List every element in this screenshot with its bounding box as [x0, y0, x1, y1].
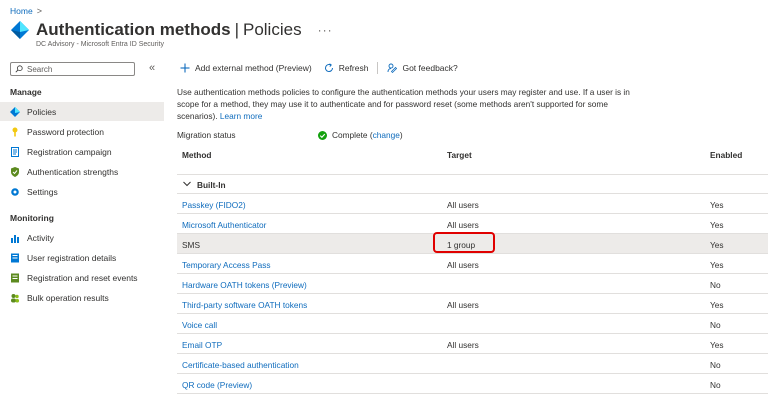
feedback-icon	[388, 63, 398, 73]
target-cell: All users	[447, 260, 479, 270]
add-external-method-button[interactable]: Add external method (Preview)	[180, 63, 312, 73]
target-cell: All users	[447, 220, 479, 230]
page-header: Authentication methods | Policies ···	[10, 20, 333, 40]
method-link[interactable]: Voice call	[182, 320, 217, 330]
breadcrumb: Home >	[10, 6, 42, 16]
target-cell: All users	[447, 300, 479, 310]
sidebar-item-bulk-operation-results[interactable]: Bulk operation results	[0, 288, 164, 307]
method-link[interactable]: Passkey (FIDO2)	[182, 200, 246, 210]
enabled-cell: No	[710, 320, 721, 330]
enabled-cell: Yes	[710, 240, 724, 250]
method-link[interactable]: Email OTP	[182, 340, 222, 350]
sidebar-item-label: Activity	[27, 232, 54, 243]
annotation-highlight-box	[433, 232, 495, 253]
enabled-cell: Yes	[710, 220, 724, 230]
sidebar-item-activity[interactable]: Activity	[0, 228, 164, 247]
page-subtitle: DC Advisory - Microsoft Entra ID Securit…	[36, 41, 164, 48]
migration-status-label: Migration status	[177, 130, 236, 140]
method-link[interactable]: QR code (Preview)	[182, 380, 252, 390]
table-row[interactable]: Email OTP All users Yes	[177, 334, 768, 354]
table-row[interactable]: Microsoft Authenticator All users Yes	[177, 214, 768, 234]
sidebar-item-registration-campaign[interactable]: Registration campaign	[0, 142, 164, 161]
page-title: Authentication methods | Policies	[36, 20, 302, 39]
sidebar-item-label: Authentication strengths	[27, 166, 119, 177]
refresh-button[interactable]: Refresh	[324, 63, 368, 73]
enabled-cell: No	[710, 380, 721, 390]
document-icon	[10, 146, 20, 157]
sidebar-item-label: User registration details	[27, 252, 117, 263]
sidebar-item-label: Policies	[27, 106, 57, 117]
table-row[interactable]: QR code (Preview) No	[177, 374, 768, 394]
sidebar-item-settings[interactable]: Settings	[0, 182, 164, 201]
diamond-icon	[10, 106, 20, 117]
table-row[interactable]: Hardware OATH tokens (Preview) No	[177, 274, 768, 294]
table-row[interactable]: Certificate-based authentication No	[177, 354, 768, 374]
enabled-cell: Yes	[710, 340, 724, 350]
sidebar-item-policies[interactable]: Policies	[0, 102, 164, 121]
sidebar-item-label: Password protection	[27, 126, 105, 137]
key-icon	[10, 127, 20, 137]
table-row[interactable]: Passkey (FIDO2) All users Yes	[177, 194, 768, 214]
enabled-cell: No	[710, 280, 721, 290]
enabled-cell: No	[710, 360, 721, 370]
column-header-enabled[interactable]: Enabled	[710, 150, 742, 160]
method-link[interactable]: SMS	[182, 240, 200, 250]
sidebar-item-user-registration-details[interactable]: User registration details	[0, 248, 164, 267]
sidebar-item-label: Settings	[27, 186, 58, 197]
log-icon	[10, 273, 20, 283]
people-icon	[10, 293, 20, 303]
shield-icon	[10, 166, 20, 177]
sidebar: « Manage Policies Password protection Re…	[0, 58, 164, 401]
user-list-icon	[10, 253, 20, 263]
breadcrumb-home-link[interactable]: Home	[10, 6, 33, 16]
success-check-icon	[318, 130, 327, 140]
sidebar-item-label: Registration and reset events	[27, 272, 138, 283]
search-icon	[15, 65, 23, 73]
section-monitoring: Monitoring	[10, 213, 54, 223]
feedback-button[interactable]: Got feedback?	[387, 63, 458, 73]
method-link[interactable]: Certificate-based authentication	[182, 360, 299, 370]
plus-icon	[180, 63, 190, 73]
table-row[interactable]: Voice call No	[177, 314, 768, 334]
section-manage: Manage	[10, 87, 42, 97]
sidebar-item-label: Registration campaign	[27, 146, 112, 157]
table-row[interactable]: Temporary Access Pass All users Yes	[177, 254, 768, 274]
target-cell: All users	[447, 340, 479, 350]
method-link[interactable]: Hardware OATH tokens (Preview)	[182, 280, 307, 290]
collapse-sidebar-button[interactable]: «	[149, 62, 155, 74]
column-header-method[interactable]: Method	[182, 150, 212, 160]
method-link[interactable]: Temporary Access Pass	[182, 260, 271, 270]
enabled-cell: Yes	[710, 300, 724, 310]
column-header-target[interactable]: Target	[447, 150, 472, 160]
toolbar-divider	[377, 62, 379, 74]
breadcrumb-separator: >	[36, 6, 42, 16]
refresh-icon	[324, 63, 333, 72]
command-bar: Add external method (Preview) Refresh Go…	[180, 62, 458, 74]
bar-chart-icon	[10, 233, 20, 243]
page-description: Use authentication methods policies to c…	[177, 87, 630, 122]
sidebar-item-registration-reset-events[interactable]: Registration and reset events	[0, 268, 164, 287]
enabled-cell: Yes	[710, 260, 724, 270]
change-migration-link[interactable]: change	[373, 130, 400, 140]
gear-icon	[10, 187, 20, 197]
group-row-built-in[interactable]: Built-In	[177, 174, 768, 194]
method-link[interactable]: Third-party software OATH tokens	[182, 300, 307, 310]
entra-logo-icon	[11, 21, 29, 39]
sidebar-item-label: Bulk operation results	[27, 292, 109, 303]
method-link[interactable]: Microsoft Authenticator	[182, 220, 266, 230]
more-options-icon[interactable]: ···	[318, 23, 333, 37]
sidebar-search[interactable]	[10, 62, 135, 76]
learn-more-link[interactable]: Learn more	[220, 111, 262, 121]
chevron-down-icon[interactable]	[182, 179, 192, 189]
migration-status-value: Complete (change)	[318, 130, 403, 140]
table-row[interactable]: Third-party software OATH tokens All use…	[177, 294, 768, 314]
target-cell: All users	[447, 200, 479, 210]
enabled-cell: Yes	[710, 200, 724, 210]
sidebar-item-authentication-strengths[interactable]: Authentication strengths	[0, 162, 164, 181]
sidebar-item-password-protection[interactable]: Password protection	[0, 122, 164, 141]
search-input[interactable]	[27, 64, 127, 74]
